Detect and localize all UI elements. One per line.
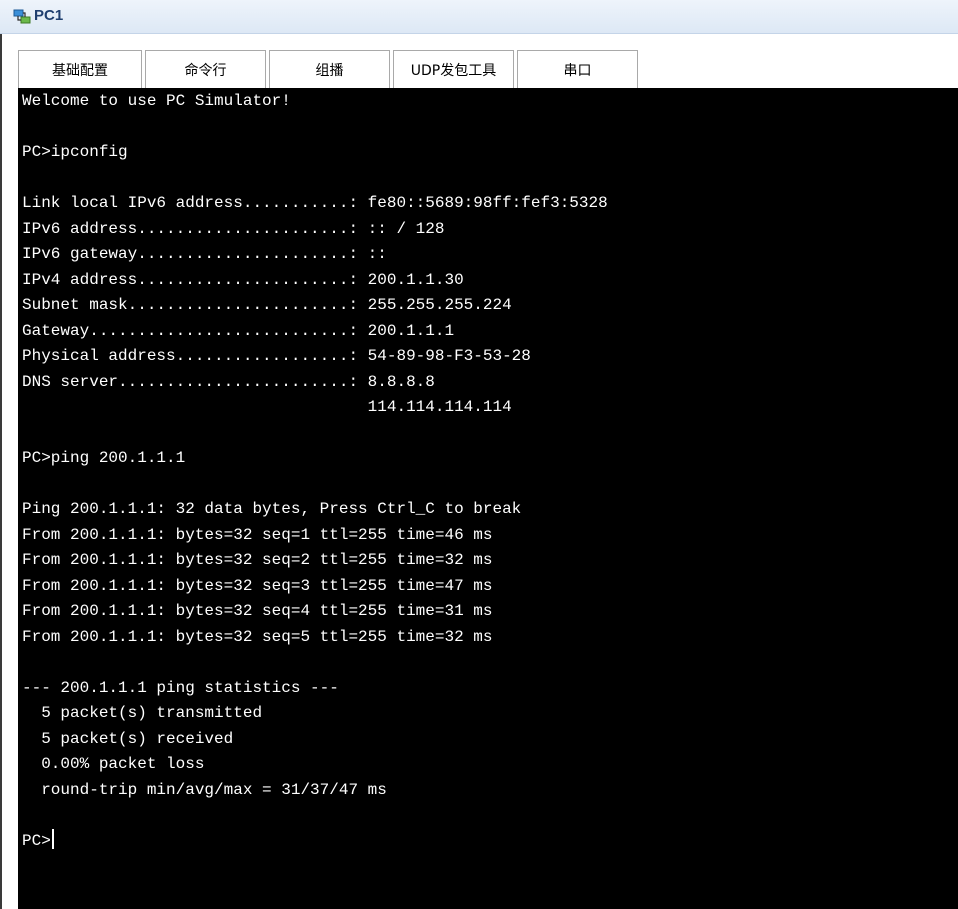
terminal-line: Subnet mask.......................: 255.… — [22, 293, 512, 319]
terminal-line-text: DNS server........................: 8.8.… — [22, 372, 435, 391]
tab-label: UDP发包工具 — [410, 62, 497, 79]
tab-basic-config[interactable]: 基础配置 — [18, 50, 142, 88]
terminal-line-text: PC> — [22, 831, 51, 850]
terminal-line: PC>ipconfig — [22, 140, 128, 166]
terminal-line-text: Subnet mask.......................: 255.… — [22, 296, 512, 314]
pc-simulator-window: PC1 基础配置 命令行 组播 UDP发包工具 串口 Welcome to us… — [0, 0, 958, 909]
terminal-line: From 200.1.1.1: bytes=32 seq=5 ttl=255 t… — [22, 625, 492, 651]
terminal-line: Link local IPv6 address...........: fe80… — [22, 191, 608, 217]
terminal-line: From 200.1.1.1: bytes=32 seq=1 ttl=255 t… — [22, 523, 492, 549]
tab-udp-tool[interactable]: UDP发包工具 — [393, 50, 514, 88]
tab-label: 命令行 — [184, 62, 227, 79]
terminal-line-text: 114.114.114.114 — [22, 398, 512, 416]
terminal-line: 5 packet(s) received — [22, 727, 233, 753]
tab-label: 串口 — [563, 62, 592, 79]
terminal-line-text: IPv6 gateway......................: :: — [22, 245, 387, 263]
terminal-line: 0.00% packet loss — [22, 752, 204, 778]
tab-command-line[interactable]: 命令行 — [145, 50, 266, 88]
command-line-terminal[interactable]: Welcome to use PC Simulator! PC>ipconfig L… — [18, 88, 958, 909]
terminal-line-text: PC>ping 200.1.1.1 — [22, 449, 186, 467]
terminal-line: round-trip min/avg/max = 31/37/47 ms — [22, 778, 387, 804]
terminal-line: From 200.1.1.1: bytes=32 seq=3 ttl=255 t… — [22, 574, 492, 600]
terminal-line-text: round-trip min/avg/max = 31/37/47 ms — [22, 780, 387, 799]
terminal-line: 5 packet(s) transmitted — [22, 701, 262, 727]
terminal-line-text: 5 packet(s) transmitted — [22, 704, 263, 722]
terminal-line-text: Welcome to use PC Simulator! — [22, 92, 291, 110]
terminal-line-text: 0.00% packet loss — [22, 755, 205, 773]
terminal-line: IPv6 address......................: :: /… — [22, 217, 444, 243]
tab-bar: 基础配置 命令行 组播 UDP发包工具 串口 — [18, 50, 641, 88]
terminal-line: IPv6 gateway......................: :: — [22, 242, 387, 268]
terminal-line: From 200.1.1.1: bytes=32 seq=4 ttl=255 t… — [22, 599, 492, 625]
tab-label: 基础配置 — [52, 62, 108, 79]
title-bar[interactable]: PC1 — [0, 0, 958, 34]
terminal-line-text: --- 200.1.1.1 ping statistics --- — [22, 678, 339, 697]
terminal-line-text: IPv4 address......................: 200.… — [22, 270, 464, 289]
terminal-line: From 200.1.1.1: bytes=32 seq=2 ttl=255 t… — [22, 548, 492, 574]
terminal-line: --- 200.1.1.1 ping statistics --- — [22, 676, 339, 702]
terminal-line: Physical address..................: 54-8… — [22, 344, 531, 370]
terminal-line-text: PC>ipconfig — [22, 143, 128, 161]
terminal-line: PC>ping 200.1.1.1 — [22, 446, 185, 472]
terminal-line-text: Link local IPv6 address...........: fe80… — [22, 194, 608, 212]
terminal-line: 114.114.114.114 — [22, 395, 512, 421]
terminal-line-text: From 200.1.1.1: bytes=32 seq=5 ttl=255 t… — [22, 627, 493, 646]
terminal-line-text: Ping 200.1.1.1: 32 data bytes, Press Ctr… — [22, 500, 522, 518]
terminal-line-text: From 200.1.1.1: bytes=32 seq=1 ttl=255 t… — [22, 525, 493, 544]
terminal-line-text: From 200.1.1.1: bytes=32 seq=4 ttl=255 t… — [22, 602, 493, 620]
terminal-prompt-line: PC> — [22, 828, 54, 855]
text-cursor — [51, 828, 54, 849]
terminal-line: Ping 200.1.1.1: 32 data bytes, Press Ctr… — [22, 497, 521, 523]
terminal-line-text: From 200.1.1.1: bytes=32 seq=2 ttl=255 t… — [22, 551, 493, 569]
terminal-line: Gateway...........................: 200.… — [22, 319, 454, 345]
terminal-line-text: Gateway...........................: 200.… — [22, 321, 455, 340]
pc-network-icon — [13, 9, 31, 24]
terminal-line: Welcome to use PC Simulator! — [22, 89, 291, 115]
terminal-line: DNS server........................: 8.8.… — [22, 370, 435, 396]
terminal-line-text: 5 packet(s) received — [22, 729, 234, 748]
terminal-line: IPv4 address......................: 200.… — [22, 268, 464, 294]
terminal-line-text: From 200.1.1.1: bytes=32 seq=3 ttl=255 t… — [22, 576, 493, 595]
terminal-line-text: IPv6 address......................: :: /… — [22, 219, 445, 238]
terminal-line-text: Physical address..................: 54-8… — [22, 347, 531, 365]
tab-label: 组播 — [315, 62, 344, 79]
tab-multicast[interactable]: 组播 — [269, 50, 390, 88]
window-title: PC1 — [34, 7, 64, 24]
tab-serial[interactable]: 串口 — [517, 50, 638, 88]
